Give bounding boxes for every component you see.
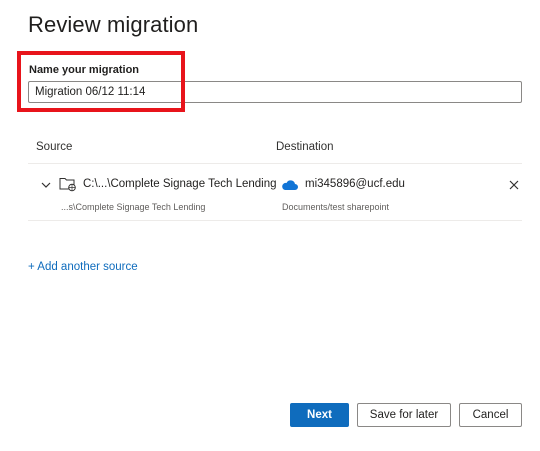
save-for-later-button[interactable]: Save for later	[357, 403, 451, 427]
page-title: Review migration	[28, 12, 199, 37]
source-path: C:\...\Complete Signage Tech Lending	[83, 178, 277, 190]
destination-path: Documents/test sharepoint	[282, 202, 390, 212]
add-another-source-link[interactable]: + Add another source	[28, 261, 138, 273]
destination-account: mi345896@ucf.edu	[305, 178, 405, 190]
close-icon[interactable]	[508, 178, 520, 190]
source-column-header: Source	[36, 141, 73, 153]
table-row: C:\...\Complete Signage Tech Lending ...…	[28, 164, 522, 221]
source-subpath: ...s\Complete Signage Tech Lending	[61, 202, 206, 212]
destination-column-header: Destination	[276, 141, 334, 153]
next-button[interactable]: Next	[290, 403, 349, 427]
chevron-down-icon[interactable]	[40, 178, 52, 190]
folder-network-icon	[59, 176, 77, 192]
migration-name-label: Name your migration	[29, 64, 140, 76]
migration-name-input[interactable]	[28, 81, 522, 103]
onedrive-cloud-icon	[281, 178, 298, 190]
cancel-button[interactable]: Cancel	[459, 403, 522, 427]
table-header: Source Destination	[28, 133, 522, 164]
